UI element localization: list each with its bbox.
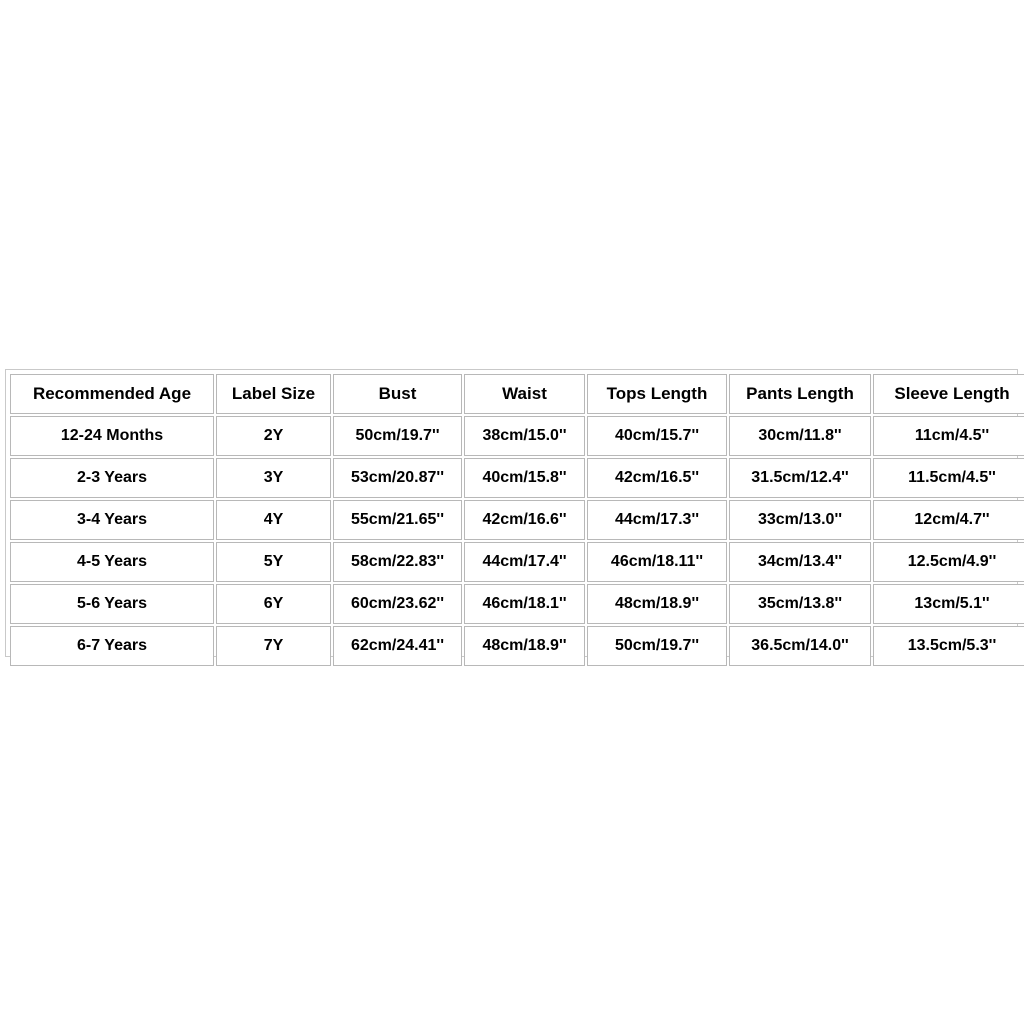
cell-label-size: 4Y: [216, 500, 331, 540]
cell-label-size: 6Y: [216, 584, 331, 624]
table-header-row: Recommended Age Label Size Bust Waist To…: [10, 374, 1024, 414]
cell-recommended-age: 3-4 Years: [10, 500, 214, 540]
cell-sleeve-length: 13.5cm/5.3'': [873, 626, 1024, 666]
cell-pants-length: 34cm/13.4'': [729, 542, 871, 582]
cell-waist: 38cm/15.0'': [464, 416, 585, 456]
cell-pants-length: 30cm/11.8'': [729, 416, 871, 456]
table-row: 6-7 Years 7Y 62cm/24.41'' 48cm/18.9'' 50…: [10, 626, 1024, 666]
cell-tops-length: 50cm/19.7'': [587, 626, 727, 666]
cell-sleeve-length: 11cm/4.5'': [873, 416, 1024, 456]
column-header-sleeve-length: Sleeve Length: [873, 374, 1024, 414]
cell-bust: 50cm/19.7'': [333, 416, 462, 456]
table-row: 4-5 Years 5Y 58cm/22.83'' 44cm/17.4'' 46…: [10, 542, 1024, 582]
cell-pants-length: 31.5cm/12.4'': [729, 458, 871, 498]
cell-waist: 46cm/18.1'': [464, 584, 585, 624]
cell-waist: 42cm/16.6'': [464, 500, 585, 540]
size-chart-body: 12-24 Months 2Y 50cm/19.7'' 38cm/15.0'' …: [10, 416, 1024, 666]
size-chart-table: Recommended Age Label Size Bust Waist To…: [8, 372, 1024, 668]
page-canvas: Recommended Age Label Size Bust Waist To…: [0, 0, 1024, 1024]
column-header-label-size: Label Size: [216, 374, 331, 414]
table-row: 3-4 Years 4Y 55cm/21.65'' 42cm/16.6'' 44…: [10, 500, 1024, 540]
cell-sleeve-length: 11.5cm/4.5'': [873, 458, 1024, 498]
cell-tops-length: 40cm/15.7'': [587, 416, 727, 456]
cell-waist: 44cm/17.4'': [464, 542, 585, 582]
cell-recommended-age: 4-5 Years: [10, 542, 214, 582]
cell-bust: 55cm/21.65'': [333, 500, 462, 540]
cell-sleeve-length: 12.5cm/4.9'': [873, 542, 1024, 582]
cell-recommended-age: 6-7 Years: [10, 626, 214, 666]
cell-pants-length: 35cm/13.8'': [729, 584, 871, 624]
cell-recommended-age: 5-6 Years: [10, 584, 214, 624]
cell-pants-length: 36.5cm/14.0'': [729, 626, 871, 666]
column-header-tops-length: Tops Length: [587, 374, 727, 414]
column-header-waist: Waist: [464, 374, 585, 414]
cell-label-size: 3Y: [216, 458, 331, 498]
cell-recommended-age: 12-24 Months: [10, 416, 214, 456]
table-row: 12-24 Months 2Y 50cm/19.7'' 38cm/15.0'' …: [10, 416, 1024, 456]
cell-sleeve-length: 13cm/5.1'': [873, 584, 1024, 624]
size-chart-header: Recommended Age Label Size Bust Waist To…: [10, 374, 1024, 414]
column-header-pants-length: Pants Length: [729, 374, 871, 414]
size-chart-container: Recommended Age Label Size Bust Waist To…: [5, 369, 1024, 666]
table-row: 5-6 Years 6Y 60cm/23.62'' 46cm/18.1'' 48…: [10, 584, 1024, 624]
cell-waist: 48cm/18.9'': [464, 626, 585, 666]
cell-tops-length: 42cm/16.5'': [587, 458, 727, 498]
cell-bust: 60cm/23.62'': [333, 584, 462, 624]
cell-tops-length: 44cm/17.3'': [587, 500, 727, 540]
cell-label-size: 7Y: [216, 626, 331, 666]
cell-sleeve-length: 12cm/4.7'': [873, 500, 1024, 540]
table-row: 2-3 Years 3Y 53cm/20.87'' 40cm/15.8'' 42…: [10, 458, 1024, 498]
column-header-bust: Bust: [333, 374, 462, 414]
cell-tops-length: 48cm/18.9'': [587, 584, 727, 624]
cell-recommended-age: 2-3 Years: [10, 458, 214, 498]
cell-pants-length: 33cm/13.0'': [729, 500, 871, 540]
column-header-recommended-age: Recommended Age: [10, 374, 214, 414]
cell-tops-length: 46cm/18.11'': [587, 542, 727, 582]
cell-bust: 53cm/20.87'': [333, 458, 462, 498]
cell-label-size: 2Y: [216, 416, 331, 456]
cell-bust: 58cm/22.83'': [333, 542, 462, 582]
cell-label-size: 5Y: [216, 542, 331, 582]
cell-waist: 40cm/15.8'': [464, 458, 585, 498]
cell-bust: 62cm/24.41'': [333, 626, 462, 666]
